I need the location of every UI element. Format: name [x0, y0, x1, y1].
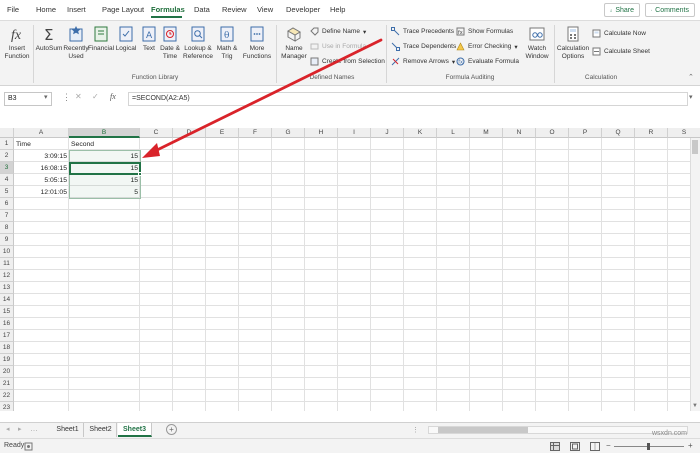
- add-sheet-button[interactable]: +: [166, 424, 177, 435]
- sheet-tab-2[interactable]: Sheet2: [85, 423, 117, 437]
- tab-split-handle[interactable]: ⋮: [412, 426, 419, 434]
- zoom-slider-thumb[interactable]: [647, 443, 650, 450]
- next-sheet-icon[interactable]: ▸: [18, 425, 22, 433]
- more-sheets-icon[interactable]: …: [30, 424, 38, 433]
- sheet-tab-1[interactable]: Sheet1: [52, 423, 84, 437]
- page-break-preview-icon[interactable]: [590, 442, 600, 451]
- status-ready: Ready: [4, 442, 25, 449]
- page-layout-view-icon[interactable]: [570, 442, 580, 451]
- horizontal-scroll-thumb[interactable]: [438, 427, 528, 433]
- zoom-in-button[interactable]: +: [688, 441, 693, 450]
- macro-record-icon[interactable]: [24, 442, 33, 451]
- sheet-tabs-bar: ◂ ▸ … Sheet1 Sheet2 Sheet3 + ⋮: [0, 422, 700, 438]
- sheet-tab-3[interactable]: Sheet3: [118, 423, 152, 437]
- prev-sheet-icon[interactable]: ◂: [6, 425, 10, 433]
- annotation-arrow: [142, 38, 383, 158]
- status-bar: Ready − +: [0, 438, 700, 453]
- zoom-out-button[interactable]: −: [606, 441, 611, 450]
- normal-view-icon[interactable]: [550, 442, 560, 451]
- watermark: wsxdn.com: [652, 430, 688, 437]
